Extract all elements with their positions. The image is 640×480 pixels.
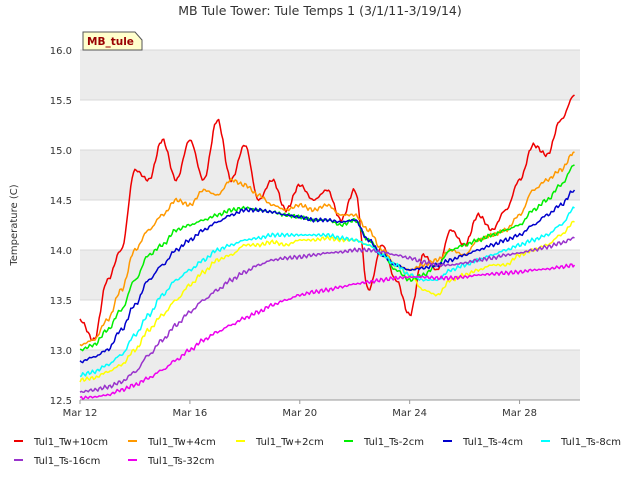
y-tick-label: 15.5 bbox=[50, 96, 72, 107]
y-axis-ticks: 12.5 13.0 13.5 14.0 14.5 15.0 15.5 16.0 bbox=[50, 46, 72, 407]
legend-item-Tul1_Ts-16cm: Tul1_Ts-16cm bbox=[14, 456, 100, 467]
site-label-text: MB_tule bbox=[87, 36, 134, 48]
y-tick-label: 13.0 bbox=[50, 346, 72, 357]
y-tick-label: 13.5 bbox=[50, 296, 72, 307]
temperature-line-chart: MB Tule Tower: Tule Temps 1 (3/1/11-3/19… bbox=[9, 3, 621, 467]
y-tick-label: 16.0 bbox=[50, 46, 72, 57]
x-tick-label: Mar 24 bbox=[392, 408, 427, 419]
legend-label: Tul1_Tw+4cm bbox=[147, 437, 216, 448]
legend-item-Tul1_Tw+4cm: Tul1_Tw+4cm bbox=[128, 437, 216, 448]
legend-item-Tul1_Ts-32cm: Tul1_Ts-32cm bbox=[128, 456, 214, 467]
y-tick-label: 14.5 bbox=[50, 196, 72, 207]
grid-band bbox=[80, 50, 580, 100]
x-tick-label: Mar 16 bbox=[172, 408, 207, 419]
legend: Tul1_Tw+10cm Tul1_Tw+4cm Tul1_Tw+2cm Tul1_T… bbox=[14, 437, 621, 467]
legend-label: Tul1_Tw+2cm bbox=[255, 437, 324, 448]
legend-label: Tul1_Ts-4cm bbox=[462, 437, 523, 448]
legend-item-Tul1_Tw+2cm: Tul1_Tw+2cm bbox=[236, 437, 324, 448]
legend-label: Tul1_Ts-8cm bbox=[560, 437, 621, 448]
legend-item-Tul1_Ts-4cm: Tul1_Ts-4cm bbox=[443, 437, 523, 448]
y-tick-label: 15.0 bbox=[50, 146, 72, 157]
y-tick-label: 14.0 bbox=[50, 246, 72, 257]
x-axis-ticks: Mar 12 Mar 16 Mar 20 Mar 24 Mar 28 bbox=[63, 400, 537, 419]
legend-item-Tul1_Tw+10cm: Tul1_Tw+10cm bbox=[14, 437, 108, 448]
y-tick-label: 12.5 bbox=[50, 396, 72, 407]
x-tick-label: Mar 28 bbox=[502, 408, 537, 419]
legend-item-Tul1_Ts-8cm: Tul1_Ts-8cm bbox=[541, 437, 621, 448]
legend-item-Tul1_Ts-2cm: Tul1_Ts-2cm bbox=[344, 437, 424, 448]
plot-area bbox=[79, 49, 580, 401]
grid-band bbox=[80, 250, 580, 300]
chart-title: MB Tule Tower: Tule Temps 1 (3/1/11-3/19… bbox=[178, 3, 462, 18]
site-label-badge: MB_tule bbox=[82, 31, 143, 51]
y-axis-label: Temperature (C) bbox=[9, 184, 20, 266]
legend-label: Tul1_Ts-32cm bbox=[147, 456, 214, 467]
legend-label: Tul1_Tw+10cm bbox=[33, 437, 108, 448]
legend-label: Tul1_Ts-16cm bbox=[33, 456, 100, 467]
x-tick-label: Mar 12 bbox=[63, 408, 98, 419]
x-tick-label: Mar 20 bbox=[282, 408, 317, 419]
legend-label: Tul1_Ts-2cm bbox=[363, 437, 424, 448]
